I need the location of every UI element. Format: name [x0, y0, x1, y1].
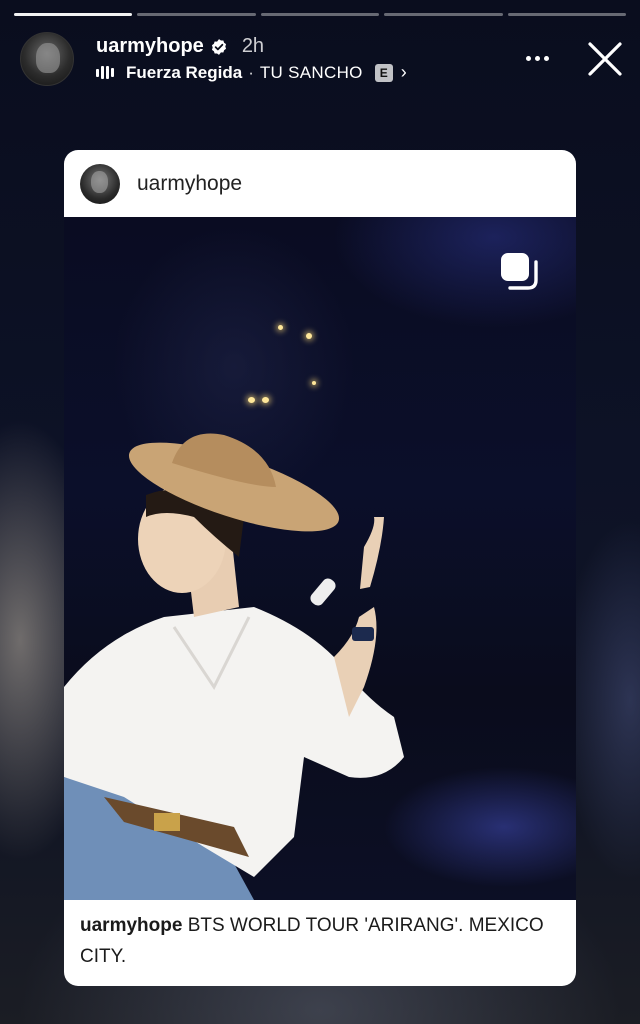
post-photo[interactable] — [64, 217, 576, 900]
progress-segment — [137, 13, 256, 16]
close-icon[interactable] — [586, 40, 624, 78]
avatar[interactable] — [20, 32, 74, 86]
performer-illustration — [64, 433, 404, 900]
more-dots-icon — [534, 55, 540, 61]
explicit-badge: E — [374, 63, 393, 82]
music-artist: Fuerza Regida — [126, 62, 243, 82]
progress-segment — [507, 13, 627, 16]
story-timestamp: 2h — [241, 35, 265, 57]
story-header-text: uarmyhope 2h Fuerza Regida · TU SANCHO E… — [96, 35, 407, 83]
story-viewer: uarmyhope 2h Fuerza Regida · TU SANCHO E… — [0, 0, 640, 1024]
more-options-button[interactable] — [522, 46, 552, 70]
audio-bars-icon — [96, 66, 114, 80]
post-header: uarmyhope — [64, 150, 576, 217]
caption-username[interactable]: uarmyhope — [80, 915, 182, 936]
music-separator: · — [248, 62, 254, 82]
post-avatar — [80, 163, 120, 204]
story-username[interactable]: uarmyhope — [96, 35, 204, 58]
name-row: uarmyhope 2h — [96, 35, 407, 58]
multiple-photos-icon — [501, 253, 538, 290]
more-dots-icon — [525, 55, 531, 61]
post-username: uarmyhope — [137, 171, 243, 195]
progress-segment — [260, 13, 380, 16]
music-attribution[interactable]: Fuerza Regida · TU SANCHO E › — [96, 62, 407, 83]
story-progress-bar — [14, 13, 627, 17]
progress-segment — [14, 13, 133, 16]
shared-post-card[interactable]: uarmyhope uarmyhope BTS WORLD TOUR 'ARIR… — [64, 150, 576, 986]
music-song-title: TU SANCHO — [259, 62, 363, 82]
progress-segment — [384, 13, 503, 16]
verified-badge-icon — [211, 38, 226, 55]
chevron-right-icon: › — [400, 62, 407, 82]
post-caption: uarmyhope BTS WORLD TOUR 'ARIRANG'. MEXI… — [80, 910, 560, 972]
more-dots-icon — [543, 55, 549, 61]
